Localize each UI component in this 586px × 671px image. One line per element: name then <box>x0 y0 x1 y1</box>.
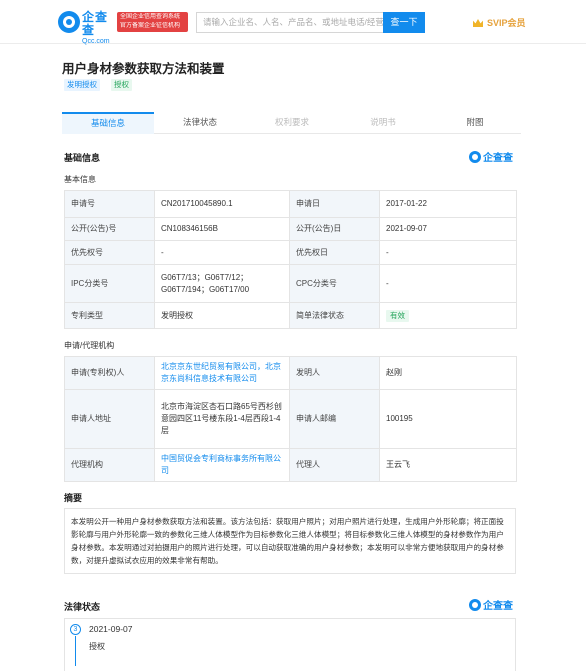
logo-text-cn: 企查查 <box>82 10 109 37</box>
table-label: 代理机构 <box>64 448 155 482</box>
ipc-classification: G06T7/13；G06T7/12；G06T7/194；G06T17/00 <box>154 264 290 303</box>
priority-number: - <box>154 240 290 265</box>
search-button[interactable]: 查一下 <box>383 12 425 33</box>
table-row: 专利类型 发明授权 简单法律状态 有效 <box>64 302 517 329</box>
timeline-date: 2021-09-07 <box>89 624 133 634</box>
qcc-watermark-text: 企查查 <box>483 601 513 612</box>
table-label: CPC分类号 <box>289 264 380 303</box>
abstract-title: 摘要 <box>64 493 83 503</box>
tab-description[interactable]: 说明书 <box>337 112 429 134</box>
agency-subtitle: 申请/代理机构 <box>64 341 115 350</box>
applicant-address: 北京市海淀区杏石口路65号西杉创意园四区11号楼东段1-4层西段1-4层 <box>154 389 290 449</box>
table-label: 代理人 <box>289 448 380 482</box>
table-label: 优先权日 <box>289 240 380 265</box>
basic-info-title: 基础信息 <box>64 153 101 163</box>
tab-claims[interactable]: 权利要求 <box>246 112 338 134</box>
qcc-logo-icon <box>469 599 481 611</box>
priority-date: - <box>379 240 517 265</box>
valid-badge: 有效 <box>386 309 409 322</box>
timeline-status: 授权 <box>89 642 105 651</box>
cpc-classification: - <box>379 264 517 303</box>
table-label: 公开(公告)日 <box>289 217 380 241</box>
table-label: 公开(公告)号 <box>64 217 155 241</box>
tab-basic-info[interactable]: 基础信息 <box>62 112 154 134</box>
page-title: 用户身材参数获取方法和装置 <box>62 62 225 76</box>
qcc-watermark: 企查查 <box>469 149 513 164</box>
badge-line-2: 官方备案企业征信机构 <box>120 23 181 29</box>
basic-info-table: 申请号 CN201710045890.1 申请日 2017-01-22 公开(公… <box>64 190 517 329</box>
table-label: IPC分类号 <box>64 264 155 303</box>
abstract-text: 本发明公开一种用户身材参数获取方法和装置。该方法包括：获取用户照片；对用户照片进… <box>64 508 516 574</box>
applicant-link[interactable]: 北京京东世纪贸易有限公司，北京京东尚科信息技术有限公司 <box>154 356 290 390</box>
tab-legal-status[interactable]: 法律状态 <box>154 112 246 134</box>
table-label: 专利类型 <box>64 302 155 329</box>
qcc-logo-icon <box>469 151 481 163</box>
inventor: 赵刚 <box>379 356 517 390</box>
table-row: 申请(专利权)人 北京京东世纪贸易有限公司，北京京东尚科信息技术有限公司 发明人… <box>64 356 517 390</box>
table-row: IPC分类号 G06T7/13；G06T7/12；G06T7/194；G06T1… <box>64 264 517 303</box>
table-label: 申请(专利权)人 <box>64 356 155 390</box>
tab-drawings[interactable]: 附图 <box>429 112 521 134</box>
top-header: 企查查 Qcc.com 全国企业信用查询系统 官方备案企业征信机构 请输入企业名… <box>0 0 586 46</box>
application-number: CN201710045890.1 <box>154 190 290 218</box>
svip-link[interactable]: SVIP会员 <box>473 16 526 29</box>
basic-info-subtitle: 基本信息 <box>64 175 96 184</box>
status-tag: 授权 <box>111 79 132 91</box>
tab-bar: 基础信息 法律状态 权利要求 说明书 附图 <box>62 112 521 134</box>
table-label: 优先权号 <box>64 240 155 265</box>
timeline-line <box>75 636 76 666</box>
table-label: 申请日 <box>289 190 380 218</box>
qcc-logo-icon[interactable] <box>58 11 80 33</box>
certification-badge: 全国企业信用查询系统 官方备案企业征信机构 <box>117 12 188 32</box>
agency-link[interactable]: 中国贸促会专利商标事务所有限公司 <box>154 448 290 482</box>
search-input[interactable]: 请输入企业名、人名、产品名、或地址电话/经营 <box>196 12 383 33</box>
timeline-index: 3 <box>70 624 81 635</box>
patent-type: 发明授权 <box>154 302 290 329</box>
svip-label: SVIP会员 <box>487 18 526 28</box>
patent-type-tag: 发明授权 <box>64 79 100 91</box>
legal-status-title: 法律状态 <box>64 602 101 612</box>
table-row: 申请人地址 北京市海淀区杏石口路65号西杉创意园四区11号楼东段1-4层西段1-… <box>64 389 517 449</box>
table-row: 优先权号 - 优先权日 - <box>64 240 517 265</box>
table-row: 申请号 CN201710045890.1 申请日 2017-01-22 <box>64 190 517 218</box>
table-label: 简单法律状态 <box>289 302 380 329</box>
postal-code: 100195 <box>379 389 517 449</box>
table-label: 申请人邮编 <box>289 389 380 449</box>
agency-table: 申请(专利权)人 北京京东世纪贸易有限公司，北京京东尚科信息技术有限公司 发明人… <box>64 356 517 482</box>
qcc-watermark-text: 企查查 <box>483 153 513 164</box>
table-label: 申请号 <box>64 190 155 218</box>
table-row: 公开(公告)号 CN108346156B 公开(公告)日 2021-09-07 <box>64 217 517 241</box>
table-row: 代理机构 中国贸促会专利商标事务所有限公司 代理人 王云飞 <box>64 448 517 482</box>
publication-date: 2021-09-07 <box>379 217 517 241</box>
qcc-watermark: 企查查 <box>469 597 513 612</box>
agent: 王云飞 <box>379 448 517 482</box>
table-label: 申请人地址 <box>64 389 155 449</box>
logo-text-en: Qcc.com <box>82 38 110 45</box>
application-date: 2017-01-22 <box>379 190 517 218</box>
legal-status-cell: 有效 <box>379 302 517 329</box>
publication-number: CN108346156B <box>154 217 290 241</box>
table-label: 发明人 <box>289 356 380 390</box>
logo[interactable]: 企查查 Qcc.com <box>82 11 118 46</box>
legal-timeline: 3 2021-09-07 授权 <box>64 618 516 671</box>
crown-icon <box>473 19 483 27</box>
badge-line-1: 全国企业信用查询系统 <box>120 14 181 20</box>
